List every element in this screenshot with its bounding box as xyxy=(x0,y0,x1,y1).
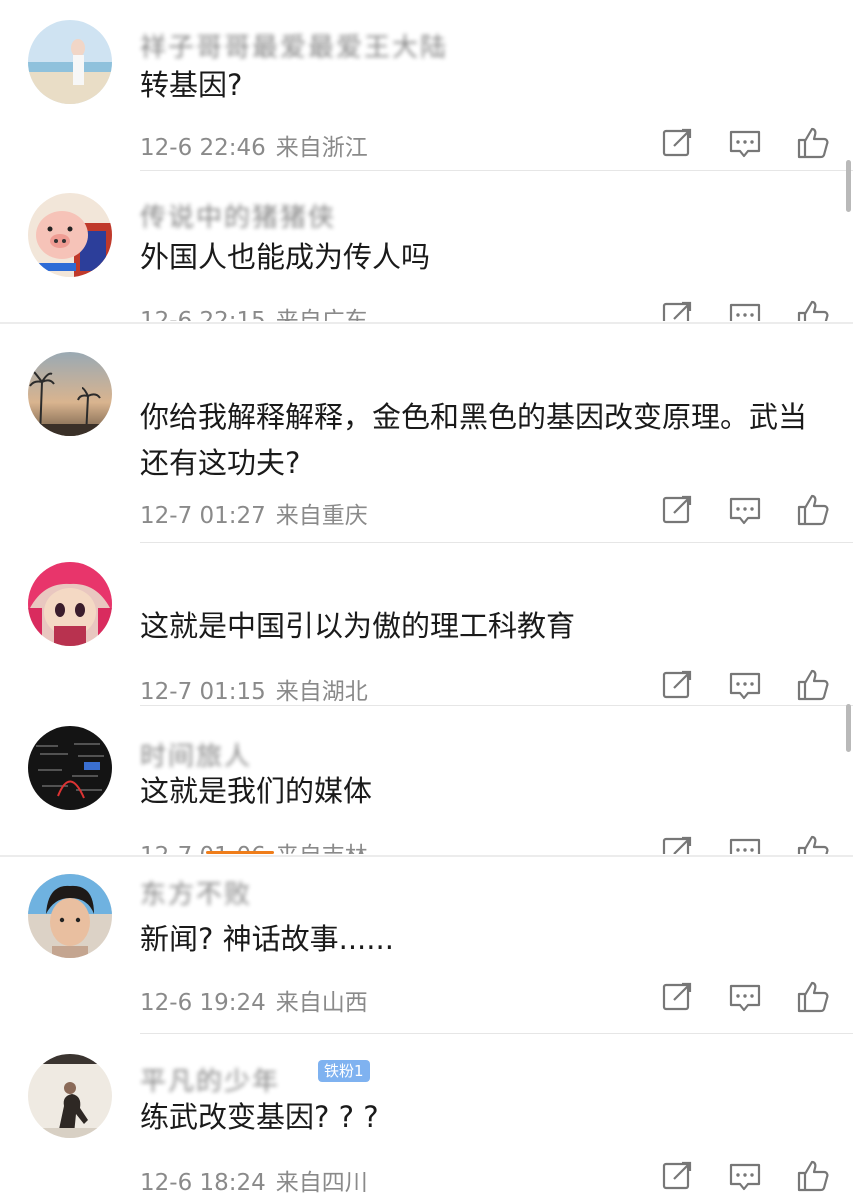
avatar[interactable] xyxy=(28,562,112,646)
location: 来自广东 xyxy=(275,308,368,321)
comment-item: 这就是中国引以为傲的理工科教育 12-7 01:15 来自湖北 xyxy=(0,544,853,706)
avatar[interactable] xyxy=(28,20,112,104)
location: 来自吉林 xyxy=(276,843,368,854)
comment-text: 这就是中国引以为傲的理工科教育 xyxy=(140,609,576,643)
comment-actions xyxy=(660,493,832,527)
comment-meta: 12-6 19:24 来自山西 xyxy=(140,983,368,1017)
comment-item: 传说中的猪猪侠 外国人也能成为传人吗 12-6 22:15 来自广东 xyxy=(0,171,853,321)
location: 来自四川 xyxy=(275,1170,368,1196)
comment-text: 外国人也能成为传人吗 xyxy=(140,240,431,274)
comment-icon[interactable] xyxy=(728,299,762,321)
comment-item: 祥子哥哥最爱最爱王大陆 转基因? 12-6 22:46 来自浙江 xyxy=(0,0,853,171)
comment-icon[interactable] xyxy=(728,126,762,160)
comment-icon[interactable] xyxy=(728,1159,762,1193)
comment-item: 平凡的少年 铁粉1 练武改变基因? ? ? 12-6 18:24 来自四川 xyxy=(0,1034,853,1200)
share-icon[interactable] xyxy=(660,834,694,854)
share-icon[interactable] xyxy=(660,493,694,527)
divider xyxy=(140,542,853,543)
avatar[interactable] xyxy=(28,874,112,958)
comment-icon[interactable] xyxy=(728,834,762,854)
comment-icon[interactable] xyxy=(728,980,762,1014)
thumbs-up-icon[interactable] xyxy=(796,834,830,854)
comment-text: 转基因? xyxy=(140,68,243,102)
comment-text: 练武改变基因? ? ? xyxy=(140,1100,379,1134)
username[interactable]: 祥子哥哥最爱最爱王大陆 xyxy=(140,27,448,64)
share-icon[interactable] xyxy=(660,299,694,321)
comment-actions xyxy=(660,126,832,160)
highlight-underline xyxy=(206,851,274,854)
thumbs-up-icon[interactable] xyxy=(796,980,830,1014)
thumbs-up-icon[interactable] xyxy=(796,126,830,160)
location: 来自湖北 xyxy=(275,679,368,705)
avatar[interactable] xyxy=(28,1054,112,1138)
comment-actions xyxy=(660,1159,832,1193)
thumbs-up-icon[interactable] xyxy=(796,668,830,702)
comment-meta: 12-7 01:15 来自湖北 xyxy=(140,672,368,706)
timestamp: 12-7 01:15 xyxy=(140,679,266,705)
comment-actions xyxy=(660,668,832,702)
thumbs-up-icon[interactable] xyxy=(796,299,830,321)
timestamp: 12-6 22:15 xyxy=(140,308,266,321)
username[interactable]: 传说中的猪猪侠 xyxy=(140,197,336,234)
comment-icon[interactable] xyxy=(728,668,762,702)
scrollbar[interactable] xyxy=(846,160,851,212)
thumbs-up-icon[interactable] xyxy=(796,493,830,527)
comment-actions xyxy=(660,980,832,1014)
avatar[interactable] xyxy=(28,352,112,436)
avatar[interactable] xyxy=(28,726,112,810)
scrollbar[interactable] xyxy=(846,704,851,752)
comment-meta: 12-6 22:46 来自浙江 xyxy=(140,128,368,162)
comment-meta: 12-6 22:15 来自广东 xyxy=(140,301,368,321)
location: 来自重庆 xyxy=(275,503,368,529)
comment-text: 你给我解释解释，金色和黑色的基因改变原理。武当还有这功夫? xyxy=(140,400,808,480)
comment-meta: 12-7 01:27 来自重庆 xyxy=(140,496,368,530)
comment-icon[interactable] xyxy=(728,493,762,527)
timestamp: 12-7 01:27 xyxy=(140,503,266,529)
timestamp: 12-6 22:46 xyxy=(140,135,266,161)
fan-badge: 铁粉1 xyxy=(318,1060,370,1082)
location: 来自浙江 xyxy=(275,135,368,161)
comment-text: 新闻? 神话故事...... xyxy=(140,922,394,956)
comment-item: 你给我解释解释，金色和黑色的基因改变原理。武当还有这功夫? 12-7 01:27… xyxy=(0,330,853,544)
username[interactable]: 平凡的少年 xyxy=(140,1061,280,1098)
thumbs-up-icon[interactable] xyxy=(796,1159,830,1193)
comment-meta: 12-6 18:24 来自四川 xyxy=(140,1163,368,1197)
comment-item: 时间旅人 这就是我们的媒体 12-7 01:06来自吉林 xyxy=(0,706,853,854)
share-icon[interactable] xyxy=(660,1159,694,1193)
comment-actions xyxy=(660,834,832,854)
share-icon[interactable] xyxy=(660,126,694,160)
timestamp: 12-6 19:24 xyxy=(140,990,266,1016)
timestamp: 12-6 18:24 xyxy=(140,1170,266,1196)
screenshot-seam xyxy=(0,322,853,324)
share-icon[interactable] xyxy=(660,980,694,1014)
avatar[interactable] xyxy=(28,193,112,277)
comment-item: 东方不败 新闻? 神话故事...... 12-6 19:24 来自山西 xyxy=(0,860,853,1034)
comment-text: 这就是我们的媒体 xyxy=(140,774,373,808)
screenshot-seam xyxy=(0,855,853,857)
username[interactable]: 东方不败 xyxy=(140,874,252,911)
share-icon[interactable] xyxy=(660,668,694,702)
comment-actions xyxy=(660,299,832,321)
location: 来自山西 xyxy=(275,990,368,1016)
